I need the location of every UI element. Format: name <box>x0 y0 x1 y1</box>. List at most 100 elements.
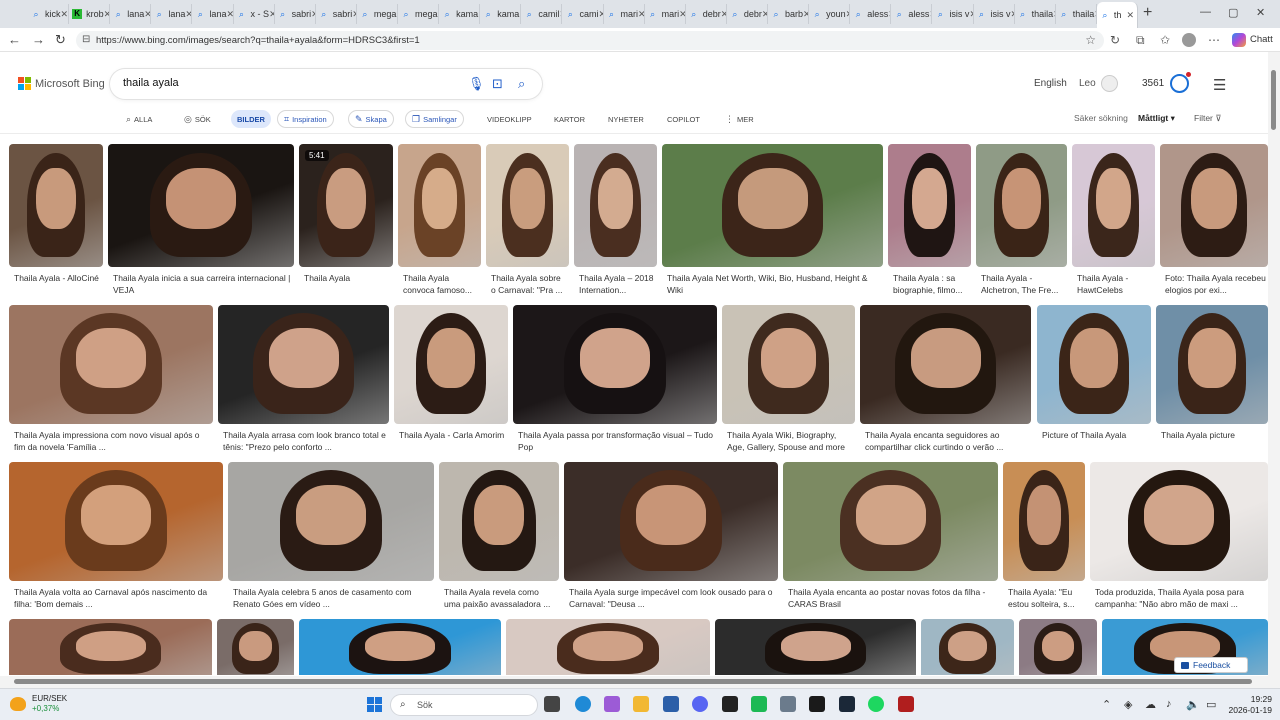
result-caption[interactable]: Thaila Ayala : sa biographie, filmo... <box>893 273 969 297</box>
scope-tab-bilder[interactable]: BILDER <box>231 110 271 128</box>
widget-icon[interactable] <box>10 697 26 711</box>
result-thumbnail[interactable] <box>1156 305 1268 424</box>
result-thumbnail[interactable] <box>722 305 855 424</box>
result-caption[interactable]: Thaila Ayala surge impecável com look ou… <box>569 587 776 611</box>
search-icon[interactable]: ⌕ <box>518 76 525 92</box>
result-caption[interactable]: Thaila Ayala Wiki, Biography, Age, Galle… <box>727 430 853 454</box>
result-thumbnail[interactable] <box>1037 305 1151 424</box>
result-thumbnail[interactable] <box>108 144 294 267</box>
image-result[interactable]: Thaila Ayala picture <box>1156 305 1268 458</box>
site-info-icon[interactable]: ⊟ <box>82 34 90 45</box>
browser-tab[interactable]: ⌕ th ✕ <box>1096 2 1138 28</box>
browser-tab[interactable]: ⌕ mari✕ <box>604 4 645 24</box>
result-caption[interactable]: Thaila Ayala convoca famoso... <box>403 273 479 297</box>
result-thumbnail[interactable] <box>217 619 294 675</box>
result-thumbnail[interactable] <box>783 462 998 581</box>
discord-icon[interactable] <box>692 696 708 712</box>
browser-tab[interactable]: ⌕ lana ✕ <box>110 4 152 24</box>
image-result[interactable]: Thaila Ayala encanta ao postar novas fot… <box>783 462 998 615</box>
result-caption[interactable]: Thaila Ayala <box>304 273 391 297</box>
microphone-icon[interactable]: ♪ <box>1166 698 1172 710</box>
visual-search-icon[interactable]: ⊡ <box>492 76 503 92</box>
store-icon[interactable] <box>663 696 679 712</box>
result-caption[interactable]: Thaila Ayala inicia a sua carreira inter… <box>113 273 292 297</box>
image-result[interactable]: Thaila Ayala Wiki, Biography, Age, Galle… <box>722 305 855 458</box>
result-thumbnail[interactable] <box>398 144 481 267</box>
user-name[interactable]: Leo <box>1079 78 1096 89</box>
result-thumbnail[interactable] <box>574 144 657 267</box>
result-caption[interactable]: Thaila Ayala encanta seguidores ao compa… <box>865 430 1029 454</box>
image-result[interactable]: Foto: Thaila Ayala recebeu elogios por e… <box>1160 144 1268 301</box>
search-input[interactable]: thaila ayala <box>123 77 179 89</box>
browser-tab[interactable]: ⌕sabri✕ <box>275 4 316 24</box>
tray-app-icon[interactable]: ◈ <box>1124 698 1132 711</box>
image-result[interactable]: Thaila Ayala arrasa com look branco tota… <box>218 305 389 458</box>
browser-tab[interactable]: ⌕aless✕ <box>891 4 933 24</box>
result-thumbnail[interactable]: 5:41 <box>299 144 393 267</box>
result-thumbnail[interactable] <box>715 619 916 675</box>
browser-tab[interactable]: ⌕debr✕ <box>686 4 727 24</box>
result-thumbnail[interactable] <box>921 619 1014 675</box>
image-result[interactable]: Thaila Ayala – 2018 Internation... <box>574 144 657 301</box>
search-box[interactable]: thaila ayala 🎙 ⊡ ⌕ <box>110 69 542 99</box>
result-thumbnail[interactable] <box>9 619 212 675</box>
reload-icon[interactable]: ↻ <box>55 32 66 48</box>
browser-tab[interactable]: ⌕youn✕ <box>809 4 851 24</box>
result-thumbnail[interactable] <box>564 462 778 581</box>
spotify-icon[interactable] <box>868 696 884 712</box>
stock-widget[interactable]: EUR/SEK +0,37% <box>32 694 67 714</box>
image-result[interactable]: Thaila Ayala encanta seguidores ao compa… <box>860 305 1031 458</box>
new-tab-button[interactable]: + <box>1143 5 1152 21</box>
result-caption[interactable]: Thaila Ayala passa por transformação vis… <box>518 430 715 454</box>
battery-icon[interactable]: ▭ <box>1206 698 1216 711</box>
browser-tab[interactable]: ⌕cami✕ <box>562 4 604 24</box>
scope-tab-inspiration[interactable]: ⌗ Inspiration <box>277 110 334 128</box>
image-result[interactable] <box>715 619 916 675</box>
image-result[interactable]: Thaila Ayala : sa biographie, filmo... <box>888 144 971 301</box>
close-tab-icon[interactable]: ✕ <box>144 9 150 20</box>
browser-tab[interactable]: ⌕isis v✕ <box>932 4 974 24</box>
image-result[interactable]: Thaila Ayala Net Worth, Wiki, Bio, Husba… <box>662 144 883 301</box>
browser-tab[interactable]: ⌕mega✕ <box>357 4 398 24</box>
rewards-points[interactable]: 3561 <box>1142 78 1164 89</box>
bing-logo[interactable]: Microsoft Bing <box>18 77 105 90</box>
result-caption[interactable]: Thaila Ayala revela como uma paixão avas… <box>444 587 557 611</box>
image-result[interactable]: Thaila Ayala: "Eu estou solteira, s... <box>1003 462 1085 615</box>
image-result[interactable] <box>921 619 1014 675</box>
steam-icon[interactable] <box>839 696 855 712</box>
result-caption[interactable]: Thaila Ayala - Carla Amorim <box>399 430 506 454</box>
result-caption[interactable]: Toda produzida, Thaila Ayala posa para c… <box>1095 587 1266 611</box>
microphone-icon[interactable]: 🎙 <box>468 76 485 92</box>
file-explorer-icon[interactable] <box>633 696 649 712</box>
result-thumbnail[interactable] <box>299 619 501 675</box>
image-result[interactable]: Thaila Ayala passa por transformação vis… <box>513 305 717 458</box>
menu-icon[interactable]: ☰ <box>1213 76 1226 94</box>
safe-search-label[interactable]: Säker sökning <box>1074 113 1128 123</box>
favorites-icon[interactable]: ✩ <box>1160 33 1170 47</box>
url-text[interactable]: https://www.bing.com/images/search?q=tha… <box>96 35 420 46</box>
result-thumbnail[interactable] <box>439 462 559 581</box>
result-caption[interactable]: Thaila Ayala celebra 5 anos de casamento… <box>233 587 432 611</box>
result-caption[interactable]: Foto: Thaila Ayala recebeu elogios por e… <box>1165 273 1266 297</box>
result-thumbnail[interactable] <box>1160 144 1268 267</box>
result-caption[interactable]: Thaila Ayala arrasa com look branco tota… <box>223 430 387 454</box>
app-black-icon[interactable] <box>722 696 738 712</box>
vertical-scroll-thumb[interactable] <box>1271 70 1276 130</box>
minimize-button[interactable]: — <box>1200 6 1211 18</box>
filter-button[interactable]: Filter ⊽ <box>1194 113 1222 124</box>
start-button[interactable] <box>367 697 382 712</box>
image-result[interactable]: Toda produzida, Thaila Ayala posa para c… <box>1090 462 1268 615</box>
result-caption[interactable]: Thaila Ayala – 2018 Internation... <box>579 273 655 297</box>
result-caption[interactable]: Thaila Ayala volta ao Carnaval após nasc… <box>14 587 221 611</box>
result-thumbnail[interactable] <box>888 144 971 267</box>
result-thumbnail[interactable] <box>1003 462 1085 581</box>
browser-tab[interactable]: ⌕x - S✕ <box>234 4 275 24</box>
image-result[interactable]: Thaila Ayala celebra 5 anos de casamento… <box>228 462 434 615</box>
image-result[interactable] <box>217 619 294 675</box>
copilot-icon[interactable] <box>1232 33 1246 47</box>
horizontal-scroll-thumb[interactable] <box>14 679 1252 684</box>
game-icon[interactable] <box>809 696 825 712</box>
result-thumbnail[interactable] <box>860 305 1031 424</box>
result-thumbnail[interactable] <box>976 144 1067 267</box>
clock[interactable]: 19:29 2026-01-19 <box>1226 694 1272 716</box>
